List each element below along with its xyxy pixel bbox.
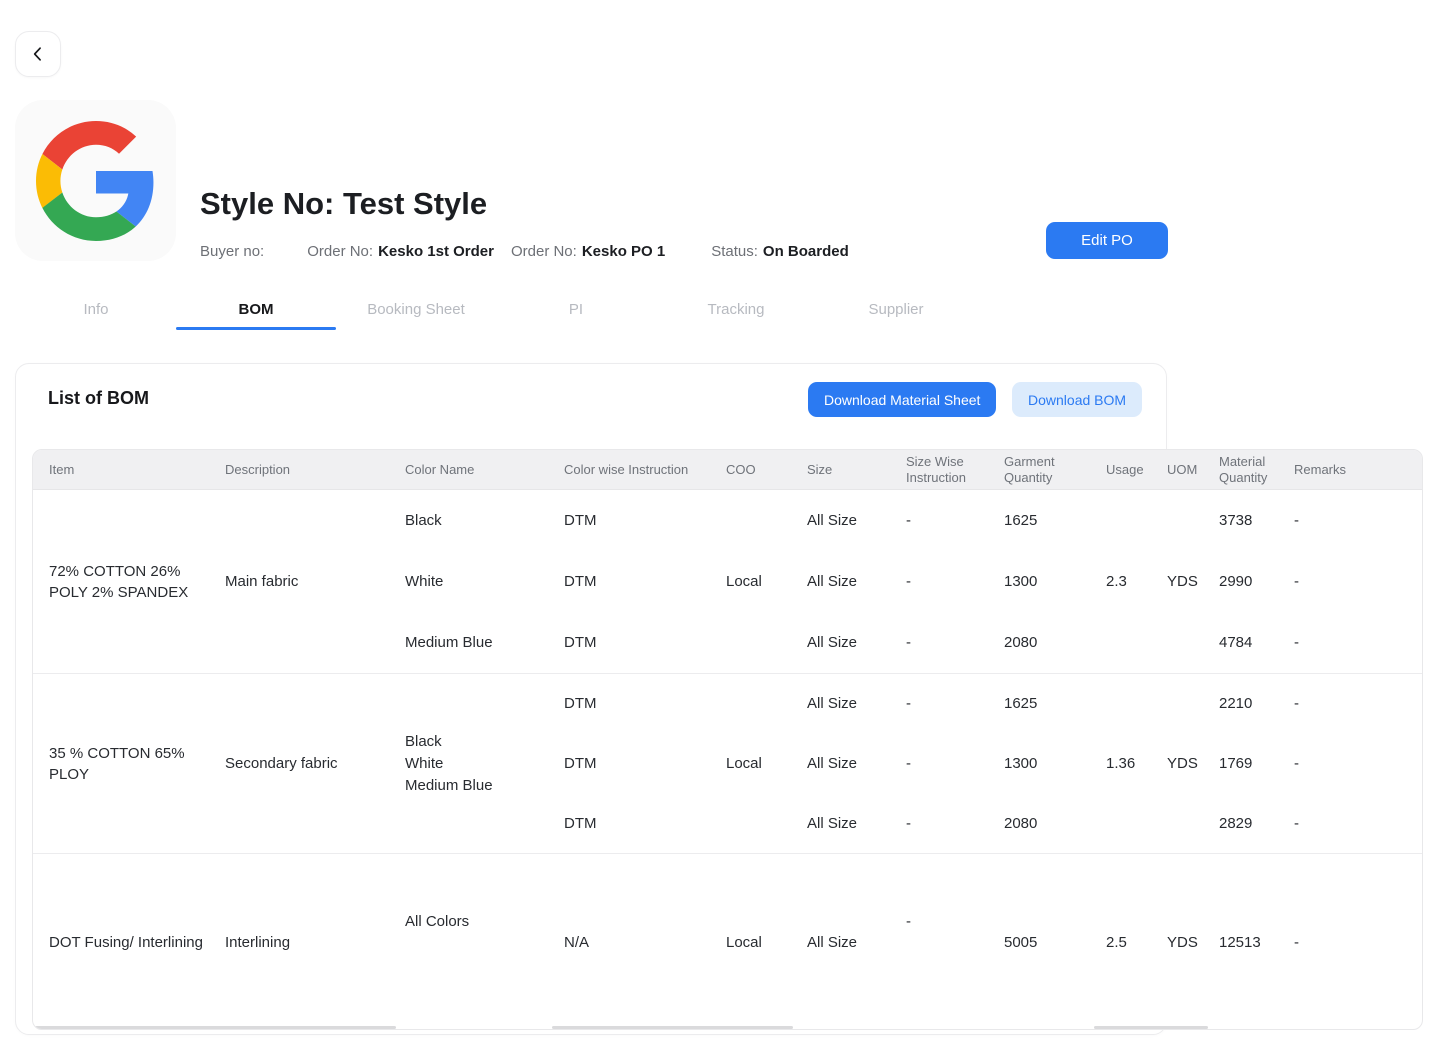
cell-description: Main fabric — [209, 490, 389, 673]
cell-coo: Local — [710, 490, 791, 673]
tab-bom[interactable]: BOM — [176, 289, 336, 330]
tab-supplier[interactable]: Supplier — [816, 289, 976, 330]
po-no-label: Order No: — [511, 243, 577, 260]
col-size: Size — [791, 450, 890, 489]
cell-usage: 1.36 — [1090, 674, 1151, 853]
back-button[interactable] — [15, 31, 61, 77]
col-item: Item — [33, 450, 209, 489]
cell-color-wise-instruction: DTM DTM DTM — [548, 490, 710, 673]
col-usage: Usage — [1090, 450, 1151, 489]
cell-size-wise-instruction: - — [890, 854, 988, 1030]
download-material-sheet-button[interactable]: Download Material Sheet — [808, 382, 996, 417]
buyer-no-label: Buyer no: — [200, 243, 264, 260]
bom-table-row: DOT Fusing/ Interlining Interlining All … — [33, 853, 1422, 1030]
po-no-value: Kesko PO 1 — [582, 243, 665, 260]
col-material-quantity: Material Quantity — [1203, 450, 1278, 489]
chevron-left-icon — [28, 44, 48, 64]
bom-table-header: Item Description Color Name Color wise I… — [33, 450, 1422, 490]
col-coo: COO — [710, 450, 791, 489]
order-meta: Buyer no: Order No: Kesko 1st Order Orde… — [200, 243, 849, 260]
col-color-wise-instruction: Color wise Instruction — [548, 450, 710, 489]
order-no-label: Order No: — [307, 243, 373, 260]
tab-pi[interactable]: PI — [496, 289, 656, 330]
tab-bar: Info BOM Booking Sheet PI Tracking Suppl… — [16, 289, 976, 330]
cell-coo: Local — [710, 854, 791, 1030]
cell-description: Secondary fabric — [209, 674, 389, 853]
cell-remarks: - - - — [1278, 490, 1422, 673]
cell-description: Interlining — [209, 854, 389, 1030]
po-detail-page: Style No: Test Style Buyer no: Order No:… — [0, 0, 1440, 1048]
cell-color-name: All Colors — [389, 854, 548, 1030]
cell-item: DOT Fusing/ Interlining — [33, 854, 209, 1030]
tab-booking-sheet[interactable]: Booking Sheet — [336, 289, 496, 330]
buyer-logo-tile — [15, 100, 176, 261]
status-value: On Boarded — [763, 243, 849, 260]
bom-table-row: 35 % COTTON 65% PLOY Secondary fabric Bl… — [33, 673, 1422, 853]
bom-card-title: List of BOM — [48, 388, 149, 409]
cell-material-quantity: 12513 — [1203, 854, 1278, 1030]
table-bottom-border-segment — [35, 1026, 396, 1029]
cell-coo: Local — [710, 674, 791, 853]
cell-size-wise-instruction: - - - — [890, 674, 988, 853]
cell-uom: YDS — [1151, 490, 1203, 673]
bom-table: Item Description Color Name Color wise I… — [32, 449, 1423, 1030]
cell-material-quantity: 3738 2990 4784 — [1203, 490, 1278, 673]
col-size-wise-instruction: Size Wise Instruction — [890, 450, 988, 489]
cell-color-wise-instruction: DTM DTM DTM — [548, 674, 710, 853]
google-logo-icon — [36, 121, 156, 241]
page-title: Style No: Test Style — [200, 186, 487, 222]
cell-item: 35 % COTTON 65% PLOY — [33, 674, 209, 853]
cell-color-wise-instruction: N/A — [548, 854, 710, 1030]
cell-remarks: - - - — [1278, 674, 1422, 853]
col-remarks: Remarks — [1278, 450, 1422, 489]
table-bottom-border-segment — [1094, 1026, 1208, 1029]
cell-size-wise-instruction: - - - — [890, 490, 988, 673]
cell-garment-quantity: 1625 1300 2080 — [988, 490, 1090, 673]
cell-color-name: Black White Medium Blue — [389, 674, 548, 853]
col-description: Description — [209, 450, 389, 489]
tab-info[interactable]: Info — [16, 289, 176, 330]
cell-size: All Size All Size All Size — [791, 490, 890, 673]
download-bom-button[interactable]: Download BOM — [1012, 382, 1142, 417]
cell-remarks: - — [1278, 854, 1422, 1030]
cell-uom: YDS — [1151, 854, 1203, 1030]
col-garment-quantity: Garment Quantity — [988, 450, 1090, 489]
col-color-name: Color Name — [389, 450, 548, 489]
tab-tracking[interactable]: Tracking — [656, 289, 816, 330]
cell-size: All Size All Size All Size — [791, 674, 890, 853]
col-uom: UOM — [1151, 450, 1203, 489]
edit-po-button[interactable]: Edit PO — [1046, 222, 1168, 259]
cell-uom: YDS — [1151, 674, 1203, 853]
cell-garment-quantity: 1625 1300 2080 — [988, 674, 1090, 853]
cell-item: 72% COTTON 26% POLY 2% SPANDEX — [33, 490, 209, 673]
cell-color-name: Black White Medium Blue — [389, 490, 548, 673]
order-no-value: Kesko 1st Order — [378, 243, 494, 260]
cell-material-quantity: 2210 1769 2829 — [1203, 674, 1278, 853]
table-bottom-border-segment — [552, 1026, 793, 1029]
cell-usage: 2.5 — [1090, 854, 1151, 1030]
status-label: Status: — [711, 243, 758, 260]
bom-table-row: 72% COTTON 26% POLY 2% SPANDEX Main fabr… — [33, 490, 1422, 673]
cell-size: All Size — [791, 854, 890, 1030]
cell-usage: 2.3 — [1090, 490, 1151, 673]
cell-garment-quantity: 5005 — [988, 854, 1090, 1030]
